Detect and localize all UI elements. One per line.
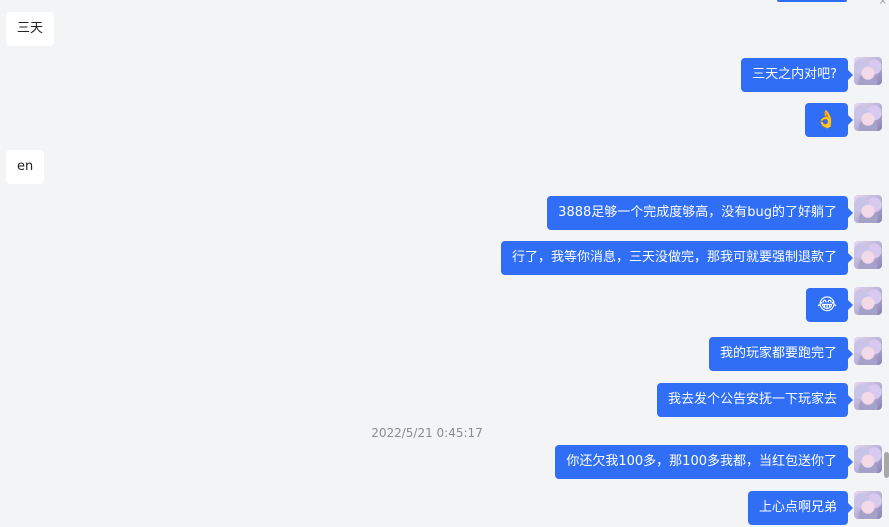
message-bubble-other: 三天	[6, 12, 55, 46]
message-bubble-self: 你还欠我100多，那100多我都，当红包送你了	[555, 445, 853, 479]
user-avatar[interactable]	[854, 382, 882, 410]
message-bubble-self-emoji: 👌	[804, 103, 854, 137]
message-bubble-self: 三天之内对吧?	[741, 58, 853, 92]
message-bubble-self: 我的玩家都要跑完了	[708, 337, 854, 371]
chat-window: × 三天 三天之内对吧? 👌 en 3888足够一个完成度够高，没有bug的了好…	[0, 0, 889, 527]
user-avatar[interactable]	[854, 241, 882, 269]
user-avatar[interactable]	[854, 287, 882, 315]
message-bubble-other: en	[6, 150, 45, 184]
clipped-message-bubble	[777, 0, 847, 2]
message-bubble-self: 行了，我等你消息，三天没做完，那我可就要强制退款了	[500, 241, 854, 275]
user-avatar[interactable]	[854, 103, 882, 131]
user-avatar[interactable]	[854, 491, 882, 519]
vertical-scrollbar[interactable]	[884, 452, 889, 478]
message-timestamp: 2022/5/21 0:45:17	[371, 426, 483, 440]
message-bubble-self: 上心点啊兄弟	[747, 491, 854, 525]
message-bubble-self: 我去发个公告安抚一下玩家去	[656, 383, 854, 417]
user-avatar[interactable]	[854, 57, 882, 85]
close-icon[interactable]: ×	[879, 0, 887, 7]
user-avatar[interactable]	[854, 337, 882, 365]
message-bubble-self: 3888足够一个完成度够高，没有bug的了好躺了	[547, 196, 853, 230]
message-bubble-self-emoji: 😂	[806, 288, 853, 322]
user-avatar[interactable]	[854, 195, 882, 223]
user-avatar[interactable]	[854, 445, 882, 473]
